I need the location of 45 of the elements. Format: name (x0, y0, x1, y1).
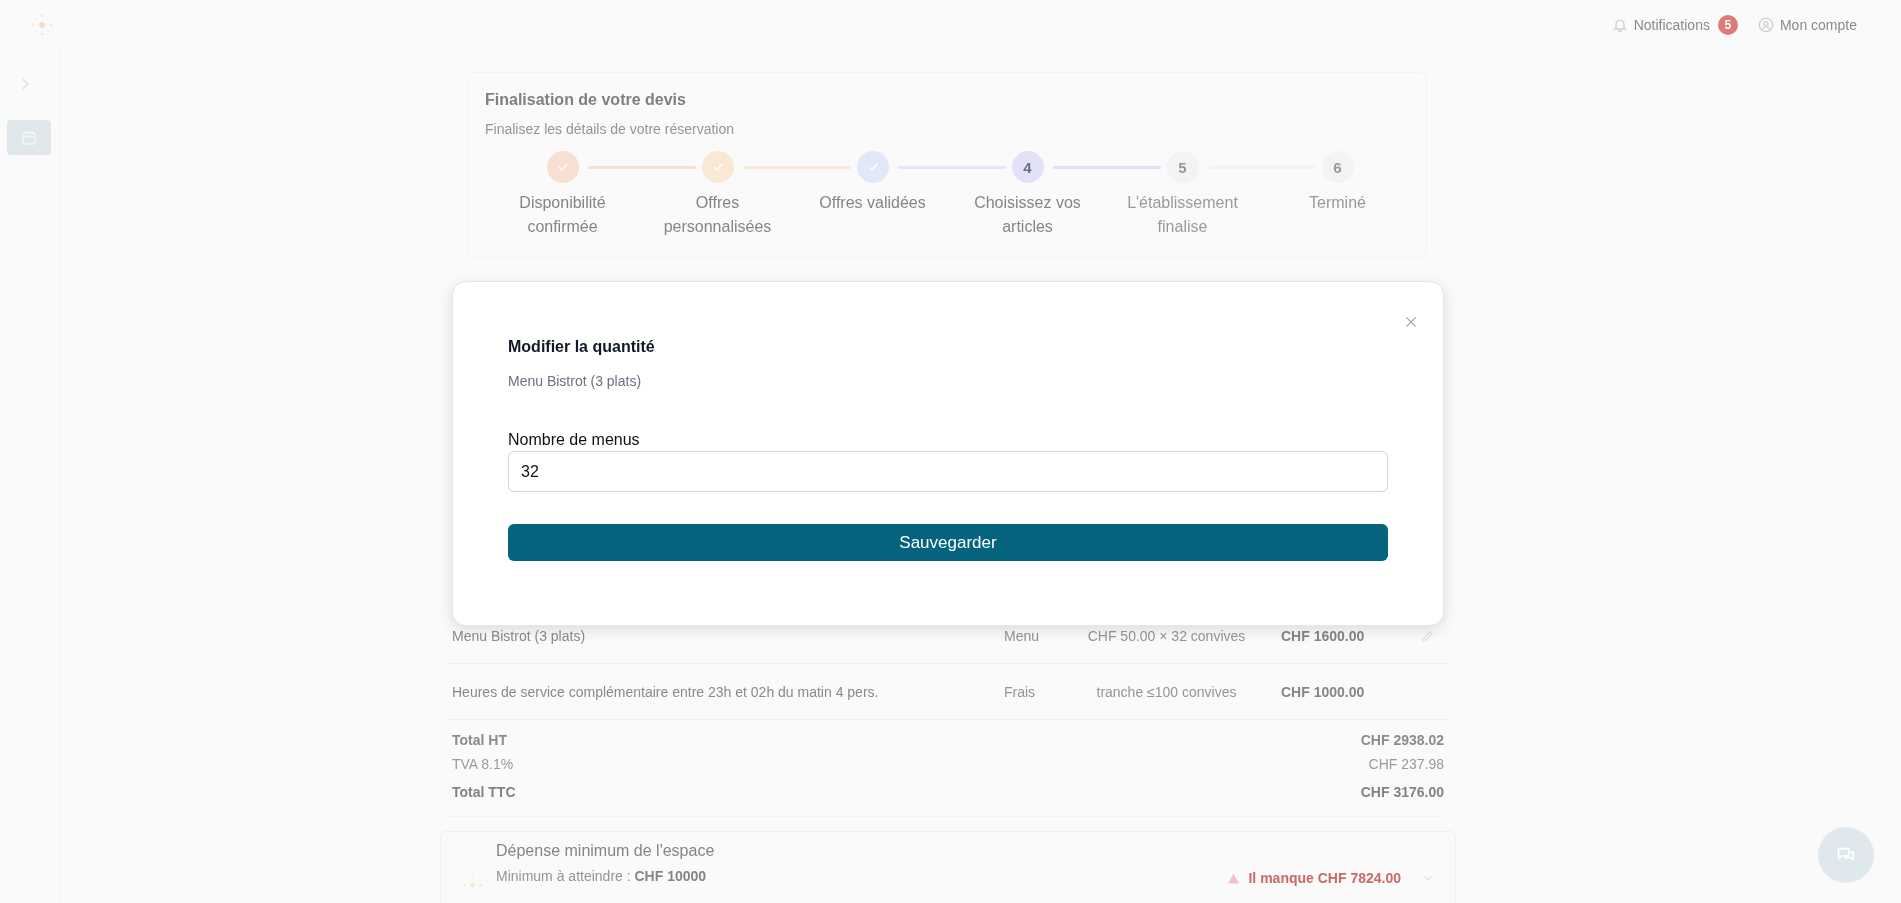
minimum-spend-text: Minimum à atteindre : CHF 10000 (496, 868, 708, 884)
step-circle: 4 (1011, 151, 1044, 183)
total-label: TVA 8.1% (452, 755, 514, 774)
pencil-icon[interactable] (1421, 628, 1435, 643)
item-detail: tranche ≤100 convives (1095, 683, 1238, 700)
dialog-subtitle: Menu Bistrot (3 plats) (508, 373, 643, 389)
notifications-link[interactable]: Notifications (1611, 17, 1710, 33)
logo-icon (30, 13, 54, 37)
total-label: Total HT (452, 731, 507, 750)
item-name: Heures de service complémentaire entre 23h et 02h du matin 4 pers. (452, 683, 880, 700)
item-price: CHF 1000.00 (1280, 683, 1366, 700)
item-detail: CHF 50.00 × 32 convives (1086, 627, 1247, 644)
step-label: Choisissez vos articles (973, 193, 1082, 237)
total-label: Total TTC (452, 783, 516, 802)
step-label: Terminé (1308, 193, 1367, 213)
step-label: Offres validées (818, 193, 927, 213)
account-link[interactable]: Mon compte (1757, 17, 1857, 33)
sparkle-icon (463, 876, 482, 888)
save-button[interactable]: Sauvegarder (508, 524, 1388, 561)
missing-amount-text: Il manque CHF 7824.00 (1248, 870, 1401, 886)
quantity-input[interactable]: 32 (508, 451, 1388, 492)
field-label: Nombre de menus (508, 431, 641, 449)
card-subtitle: Finalisez les détails de votre réservation (485, 121, 735, 137)
user-icon (1757, 17, 1774, 33)
item-type: Frais (1004, 683, 1037, 700)
card-title: Finalisation de votre devis (485, 91, 687, 109)
step-label: Disponibilité confirmée (518, 193, 607, 237)
step-circle: 5 (1166, 151, 1199, 183)
step-circle: 6 (1321, 151, 1354, 183)
total-value: CHF 237.98 (1368, 755, 1444, 774)
item-name: Menu Bistrot (3 plats) (452, 627, 587, 644)
close-icon (1403, 314, 1419, 330)
total-value: CHF 2938.02 (1360, 731, 1444, 750)
dialog-title: Modifier la quantité (508, 338, 656, 356)
notification-count-badge: 5 (1717, 15, 1738, 35)
bell-icon (1611, 17, 1628, 33)
item-price: CHF 1600.00 (1280, 627, 1366, 644)
chat-button[interactable] (1818, 827, 1874, 883)
step-label: Offres personnalisées (662, 193, 773, 237)
step-label: L'établissement finalise (1126, 193, 1239, 237)
minimum-spend-title: Dépense minimum de l'espace (496, 842, 716, 860)
warning-icon (1227, 871, 1241, 885)
calendar-nav-button[interactable] (7, 120, 51, 155)
total-value: CHF 3176.00 (1360, 783, 1444, 802)
item-type: Menu (1004, 627, 1041, 644)
